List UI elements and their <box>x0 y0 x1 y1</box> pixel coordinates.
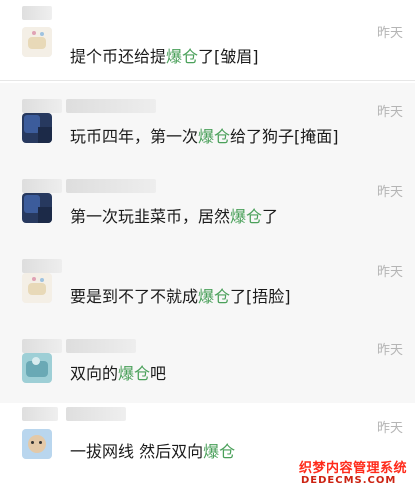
timestamp: 昨天 <box>376 185 403 200</box>
comment-text: 第一次玩韭菜币，居然爆仓了 <box>70 207 279 226</box>
username-blurred <box>66 339 136 353</box>
comment-row[interactable]: 提个币还给提爆仓了[皱眉] 昨天 <box>0 0 415 81</box>
watermark-title: 织梦内容管理系统 <box>299 461 408 476</box>
username-blurred <box>22 339 62 353</box>
username-blurred <box>22 407 58 421</box>
avatar[interactable] <box>22 429 52 459</box>
username-blurred <box>66 99 156 113</box>
timestamp: 昨天 <box>376 343 403 358</box>
highlight-keyword: 爆仓 <box>203 442 236 461</box>
highlight-keyword: 爆仓 <box>198 127 231 146</box>
avatar[interactable] <box>22 193 52 223</box>
comment-text: 双向的爆仓吧 <box>70 364 167 383</box>
avatar[interactable] <box>22 27 52 57</box>
comment-row[interactable]: 双向的爆仓吧 昨天 <box>0 323 415 404</box>
comment-text: 要是到不了不就成爆仓了[捂脸] <box>70 287 291 306</box>
avatar[interactable] <box>22 353 52 383</box>
timestamp: 昨天 <box>376 26 403 41</box>
comment-list: 提个币还给提爆仓了[皱眉] 昨天 玩币四年，第一次爆仓给了狗子[掩面] 昨天 第… <box>0 0 415 495</box>
highlight-keyword: 爆仓 <box>118 364 151 383</box>
timestamp: 昨天 <box>376 105 403 120</box>
highlight-keyword: 爆仓 <box>230 207 263 226</box>
site-watermark: 织梦内容管理系统 DEDECMS.COM <box>293 455 411 491</box>
timestamp: 昨天 <box>376 265 403 280</box>
username-blurred <box>22 259 62 273</box>
username-blurred <box>66 407 126 421</box>
username-blurred <box>22 6 52 20</box>
comment-text: 提个币还给提爆仓了[皱眉] <box>70 47 259 66</box>
comment-text: 玩币四年，第一次爆仓给了狗子[掩面] <box>70 127 339 146</box>
highlight-keyword: 爆仓 <box>166 47 199 66</box>
comment-text: 一拔网线 然后双向爆仓 <box>70 442 236 461</box>
avatar[interactable] <box>22 273 52 303</box>
highlight-keyword: 爆仓 <box>198 287 231 306</box>
comment-row[interactable]: 玩币四年，第一次爆仓给了狗子[掩面] 昨天 <box>0 83 415 164</box>
comment-row[interactable]: 要是到不了不就成爆仓了[捂脸] 昨天 <box>0 243 415 324</box>
comment-row[interactable]: 第一次玩韭菜币，居然爆仓了 昨天 <box>0 163 415 244</box>
username-blurred <box>22 179 62 193</box>
username-blurred <box>66 179 156 193</box>
watermark-domain: DEDECMS.COM <box>301 475 397 486</box>
avatar[interactable] <box>22 113 52 143</box>
timestamp: 昨天 <box>376 421 403 436</box>
username-blurred <box>22 99 62 113</box>
